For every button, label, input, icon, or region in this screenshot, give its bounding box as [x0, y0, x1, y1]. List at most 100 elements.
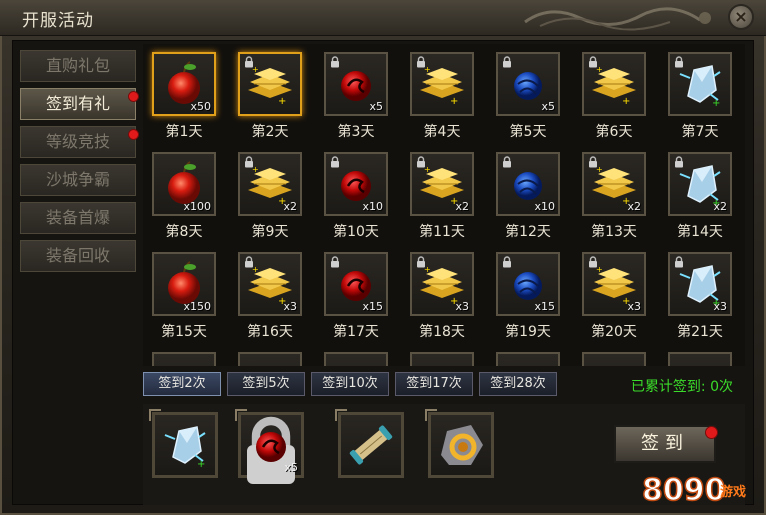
lock-icon — [331, 56, 339, 68]
day-reward-slot[interactable]: x50 — [152, 52, 216, 116]
day-reward-slot[interactable] — [410, 352, 474, 366]
tab-4[interactable]: 沙城争霸 — [20, 164, 136, 196]
window-title: 开服活动 — [22, 11, 94, 31]
lock-icon — [417, 156, 425, 168]
item-quantity: x100 — [183, 200, 211, 213]
item-quantity: x15 — [534, 300, 555, 313]
scroll-icon — [349, 425, 393, 465]
milestone-bar: 已累计签到: 0次 签到2次 签到5次 签到10次 签到17次 签到28次 — [143, 372, 745, 400]
milestone-reward-slot[interactable]: + — [149, 409, 218, 478]
day-label: 第9天 — [251, 224, 289, 240]
day-reward-slot[interactable] — [668, 352, 732, 366]
day-reward-slot[interactable]: x100 — [152, 152, 216, 216]
lock-icon — [675, 156, 683, 168]
title-bar: 开服活动 × — [0, 0, 766, 36]
tab-label: 装备首爆 — [45, 208, 110, 227]
day-reward-slot[interactable]: + x3 — [668, 252, 732, 316]
item-quantity: x5 — [284, 461, 298, 474]
day-label: 第15天 — [161, 324, 207, 340]
day-reward-slot[interactable] — [324, 352, 388, 366]
day-label: 第20天 — [591, 324, 637, 340]
day-label: 第10天 — [333, 224, 379, 240]
item-quantity: x50 — [190, 100, 211, 113]
day-label: 第16天 — [247, 324, 293, 340]
day-reward-slot[interactable]: + + — [582, 52, 646, 116]
milestone-button[interactable]: 签到28次 — [479, 372, 557, 396]
svg-text:游戏: 游戏 — [720, 484, 746, 500]
tab-label: 装备回收 — [45, 246, 110, 265]
day-label: 第2天 — [251, 124, 289, 140]
day-reward-slot[interactable]: + + x3 — [238, 252, 302, 316]
tab-label: 直购礼包 — [45, 56, 110, 75]
lock-icon — [503, 256, 511, 268]
svg-text:+: + — [278, 96, 286, 107]
day-reward-slot[interactable]: + + — [410, 52, 474, 116]
item-quantity: x3 — [283, 300, 297, 313]
day-reward-slot[interactable]: x10 — [496, 152, 560, 216]
sidebar: 直购礼包签到有礼等级竞技沙城争霸装备首爆装备回收 — [20, 50, 139, 278]
day-reward-slot[interactable] — [238, 352, 302, 366]
lock-icon — [503, 56, 511, 68]
item-quantity: x2 — [455, 200, 469, 213]
tab-3[interactable]: 等级竞技 — [20, 126, 139, 158]
day-label: 第8天 — [165, 224, 203, 240]
milestone-button[interactable]: 签到2次 — [143, 372, 221, 396]
item-quantity: x3 — [627, 300, 641, 313]
day-reward-slot[interactable]: x10 — [324, 152, 388, 216]
lock-icon — [589, 56, 597, 68]
day-label: 第17天 — [333, 324, 379, 340]
day-reward-slot[interactable] — [582, 352, 646, 366]
gold-ring-icon — [441, 425, 483, 465]
tab-label: 沙城争霸 — [45, 170, 110, 189]
crystal-shard-icon: + — [164, 426, 206, 470]
tab-5[interactable]: 装备首爆 — [20, 202, 136, 234]
day-reward-slot[interactable] — [496, 352, 560, 366]
day-reward-slot[interactable]: + + x2 — [582, 152, 646, 216]
lock-icon — [675, 56, 683, 68]
day-reward-slot[interactable]: x15 — [324, 252, 388, 316]
item-quantity: x15 — [362, 300, 383, 313]
day-reward-slot[interactable]: + + x3 — [410, 252, 474, 316]
svg-text:+: + — [450, 96, 458, 107]
signed-count: 已累计签到: 0次 — [630, 379, 733, 395]
close-button[interactable]: × — [728, 4, 754, 30]
day-label: 第19天 — [505, 324, 551, 340]
day-reward-slot[interactable]: + + x2 — [410, 152, 474, 216]
notify-dot — [128, 129, 139, 140]
milestone-reward-slot[interactable] — [335, 409, 404, 478]
day-grid: x50 第1天 + + 第2天 x5 第3天 + + 第4天 x5 第5天 + + 第6天 + 第7天 x100 第… — [143, 44, 745, 366]
day-reward-slot[interactable]: x15 — [496, 252, 560, 316]
milestone-button[interactable]: 签到10次 — [311, 372, 389, 396]
lock-icon — [245, 256, 253, 268]
lock-icon — [503, 156, 511, 168]
day-label: 第13天 — [591, 224, 637, 240]
milestone-button[interactable]: 签到5次 — [227, 372, 305, 396]
day-label: 第4天 — [423, 124, 461, 140]
svg-text:8090: 8090 — [642, 473, 726, 508]
svg-text:+: + — [197, 459, 205, 470]
day-reward-slot[interactable]: + x2 — [668, 152, 732, 216]
day-reward-slot[interactable]: + + x2 — [238, 152, 302, 216]
item-quantity: x2 — [283, 200, 297, 213]
milestone-button[interactable]: 签到17次 — [395, 372, 473, 396]
notify-dot — [128, 91, 139, 102]
day-reward-slot[interactable]: + + — [238, 52, 302, 116]
milestone-reward-slot[interactable] — [425, 409, 494, 478]
day-reward-slot[interactable]: x150 — [152, 252, 216, 316]
day-reward-slot[interactable]: x5 — [496, 52, 560, 116]
milestone-reward-slot[interactable]: x5 — [235, 409, 304, 484]
tab-6[interactable]: 装备回收 — [20, 240, 136, 272]
lock-icon — [245, 156, 253, 168]
day-reward-slot[interactable] — [152, 352, 216, 366]
day-reward-slot[interactable]: + — [668, 52, 732, 116]
item-quantity: x2 — [713, 200, 727, 213]
day-label: 第18天 — [419, 324, 465, 340]
lock-icon — [417, 56, 425, 68]
item-quantity: x150 — [183, 300, 211, 313]
sign-in-button[interactable]: 签到 — [614, 425, 716, 463]
day-reward-slot[interactable]: + + x3 — [582, 252, 646, 316]
watermark-logo: 8090 游戏 — [641, 472, 746, 509]
tab-2[interactable]: 签到有礼 — [20, 88, 139, 120]
tab-1[interactable]: 直购礼包 — [20, 50, 136, 82]
day-reward-slot[interactable]: x5 — [324, 52, 388, 116]
